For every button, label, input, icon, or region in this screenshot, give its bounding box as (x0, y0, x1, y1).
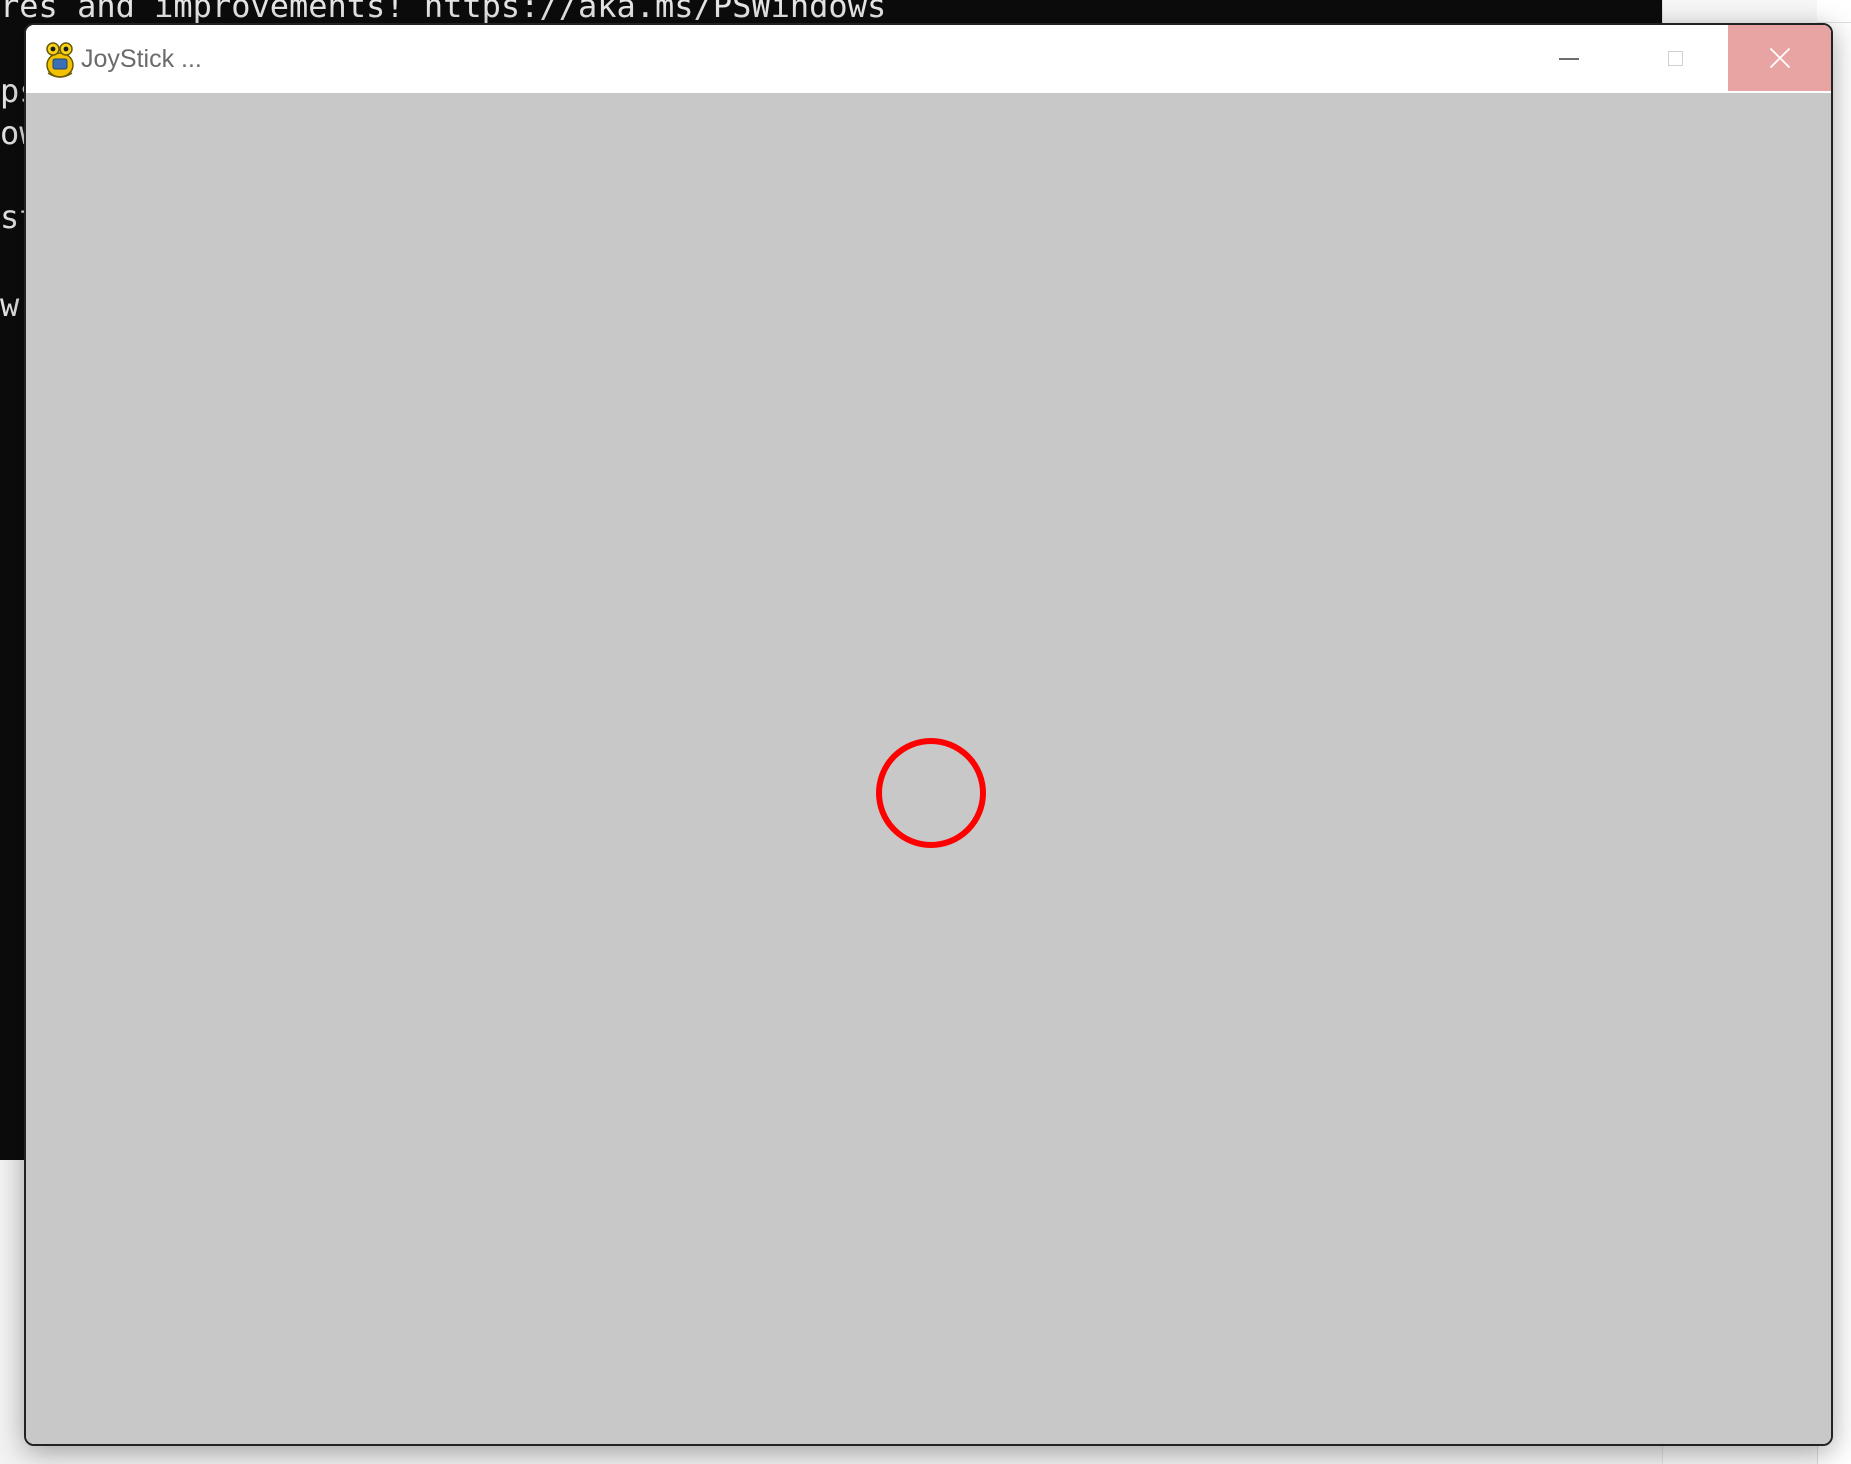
joystick-position-circle (876, 738, 986, 848)
joystick-window[interactable]: JoyStick ... (24, 23, 1833, 1446)
maximize-button[interactable] (1622, 25, 1728, 91)
canvas-surface (876, 738, 986, 848)
close-button[interactable] (1728, 25, 1831, 91)
title-bar[interactable]: JoyStick ... (26, 25, 1831, 93)
minimize-button[interactable] (1516, 25, 1622, 91)
close-icon (1769, 47, 1791, 69)
desktop: res and improvements! https://aka.ms/PSW… (0, 0, 1851, 1464)
background-window-tab (1817, 0, 1851, 23)
pygame-canvas[interactable] (26, 93, 1831, 1444)
maximize-icon (1667, 50, 1683, 66)
window-title: JoyStick ... (81, 45, 202, 73)
pygame-snake-icon (42, 39, 78, 79)
minimize-icon (1559, 58, 1579, 60)
